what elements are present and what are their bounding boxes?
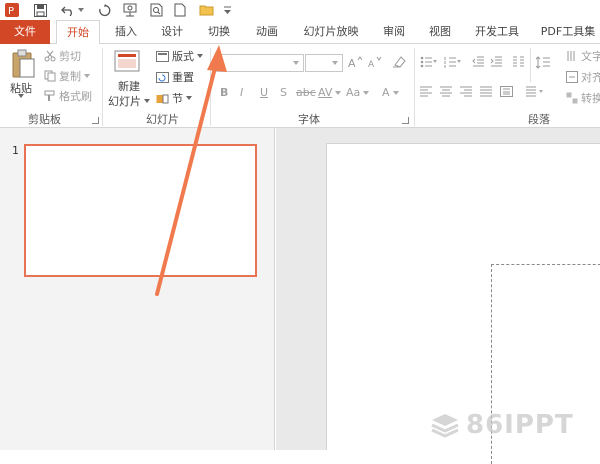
watermark-text: 86IPPT xyxy=(466,410,574,440)
layers-logo-icon xyxy=(431,414,459,438)
annotation-arrow-icon xyxy=(155,45,227,296)
watermark: 86IPPT xyxy=(430,410,574,440)
